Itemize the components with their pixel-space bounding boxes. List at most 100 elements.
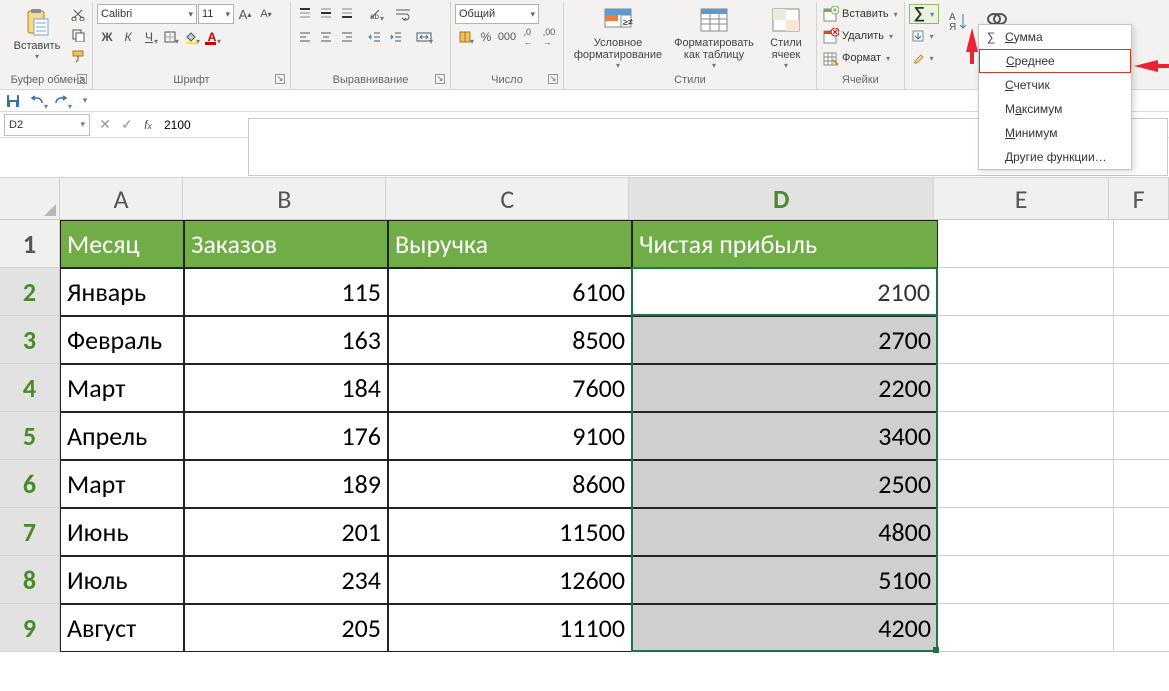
dialog-launcher-icon[interactable]: ↘: [435, 74, 445, 84]
border-button[interactable]: [160, 27, 180, 47]
cell[interactable]: 7600: [388, 364, 632, 412]
orientation-button[interactable]: ab: [365, 4, 385, 24]
cell[interactable]: 189: [184, 460, 388, 508]
cell[interactable]: Август: [60, 604, 184, 652]
cell[interactable]: Март: [60, 460, 184, 508]
cell[interactable]: Июль: [60, 556, 184, 604]
cell[interactable]: [1114, 268, 1169, 316]
font-name-combo[interactable]: Calibri: [97, 4, 197, 24]
percent-button[interactable]: %: [476, 27, 496, 47]
align-center-button[interactable]: [316, 27, 336, 47]
increase-indent-button[interactable]: [386, 27, 406, 47]
menu-item-sum[interactable]: ∑Сумма: [979, 25, 1131, 49]
cell[interactable]: [1114, 604, 1169, 652]
cell[interactable]: [1114, 220, 1169, 268]
cell[interactable]: [938, 556, 1114, 604]
cell[interactable]: 9100: [388, 412, 632, 460]
column-header[interactable]: A: [60, 178, 183, 220]
name-box[interactable]: D2: [4, 114, 90, 136]
autosum-button[interactable]: ∑: [909, 4, 939, 24]
cell[interactable]: [1114, 508, 1169, 556]
bold-button[interactable]: Ж: [97, 27, 117, 47]
select-all-button[interactable]: [0, 178, 60, 220]
fill-color-button[interactable]: [181, 27, 201, 47]
cell[interactable]: [938, 460, 1114, 508]
cell[interactable]: Июнь: [60, 508, 184, 556]
cell[interactable]: 184: [184, 364, 388, 412]
conditional-formatting-button[interactable]: ≥≠ Условное форматирование▾: [568, 4, 668, 70]
cell[interactable]: 2100: [632, 268, 938, 316]
increase-font-button[interactable]: A▴: [235, 4, 255, 24]
cell[interactable]: Февраль: [60, 316, 184, 364]
save-button[interactable]: [4, 92, 22, 110]
cell[interactable]: Выручка: [388, 220, 632, 268]
merge-button[interactable]: [414, 27, 434, 47]
cell[interactable]: 6100: [388, 268, 632, 316]
decrease-decimal-button[interactable]: ,00→: [539, 27, 559, 47]
qat-customize-button[interactable]: ▾: [76, 92, 94, 110]
column-header[interactable]: D: [629, 178, 934, 220]
cell[interactable]: 2700: [632, 316, 938, 364]
cell[interactable]: 115: [184, 268, 388, 316]
menu-item-average[interactable]: Среднее: [979, 49, 1131, 73]
redo-button[interactable]: [52, 92, 70, 110]
align-right-button[interactable]: [337, 27, 357, 47]
font-color-button[interactable]: A: [202, 27, 222, 47]
align-middle-button[interactable]: [316, 4, 336, 24]
font-size-combo[interactable]: 11: [198, 4, 234, 24]
increase-decimal-button[interactable]: ,0←: [518, 27, 538, 47]
cell[interactable]: 201: [184, 508, 388, 556]
cells-area[interactable]: МесяцЗаказовВыручкаЧистая прибыльЯнварь1…: [60, 220, 1169, 652]
align-left-button[interactable]: [295, 27, 315, 47]
align-top-button[interactable]: [295, 4, 315, 24]
menu-item-min[interactable]: Минимум: [979, 121, 1131, 145]
cell[interactable]: 2500: [632, 460, 938, 508]
cell[interactable]: Январь: [60, 268, 184, 316]
column-header[interactable]: E: [934, 178, 1109, 220]
italic-button[interactable]: К: [118, 27, 138, 47]
decrease-font-button[interactable]: A▾: [256, 4, 276, 24]
row-header[interactable]: 3: [0, 316, 60, 364]
cell[interactable]: [1114, 364, 1169, 412]
cell[interactable]: 8500: [388, 316, 632, 364]
cell[interactable]: 5100: [632, 556, 938, 604]
decrease-indent-button[interactable]: [365, 27, 385, 47]
cell[interactable]: [938, 220, 1114, 268]
clear-button[interactable]: [909, 48, 939, 68]
cell[interactable]: 4800: [632, 508, 938, 556]
row-header[interactable]: 1: [0, 220, 60, 268]
cell[interactable]: [1114, 556, 1169, 604]
row-header[interactable]: 6: [0, 460, 60, 508]
underline-button[interactable]: Ч: [139, 27, 159, 47]
worksheet-grid[interactable]: ABCDEF 123456789 МесяцЗаказовВыручкаЧист…: [0, 178, 1169, 652]
cut-button[interactable]: [68, 4, 88, 24]
cell[interactable]: 12600: [388, 556, 632, 604]
cell[interactable]: [938, 316, 1114, 364]
cell[interactable]: [1114, 460, 1169, 508]
comma-button[interactable]: 000: [497, 27, 517, 47]
cell[interactable]: 11100: [388, 604, 632, 652]
cell[interactable]: [938, 268, 1114, 316]
cell[interactable]: Март: [60, 364, 184, 412]
format-painter-button[interactable]: [68, 46, 88, 66]
cell[interactable]: 163: [184, 316, 388, 364]
cell[interactable]: 234: [184, 556, 388, 604]
cell[interactable]: 3400: [632, 412, 938, 460]
insert-function-button[interactable]: fx: [138, 118, 158, 132]
cancel-formula-button[interactable]: ✕: [94, 116, 116, 133]
cell[interactable]: Апрель: [60, 412, 184, 460]
row-header[interactable]: 9: [0, 604, 60, 652]
column-header[interactable]: F: [1109, 178, 1169, 220]
menu-item-more-functions[interactable]: Другие функции…: [979, 145, 1131, 169]
menu-item-max[interactable]: Максимум: [979, 97, 1131, 121]
undo-button[interactable]: [28, 92, 46, 110]
cell[interactable]: [938, 412, 1114, 460]
cell[interactable]: [938, 508, 1114, 556]
cell[interactable]: Заказов: [184, 220, 388, 268]
cell[interactable]: 4200: [632, 604, 938, 652]
menu-item-count[interactable]: Счетчик: [979, 73, 1131, 97]
column-header[interactable]: C: [386, 178, 629, 220]
format-as-table-button[interactable]: Форматировать как таблицу▾: [670, 4, 758, 70]
cell-styles-button[interactable]: Стили ячеек▾: [760, 4, 812, 70]
cell[interactable]: 205: [184, 604, 388, 652]
